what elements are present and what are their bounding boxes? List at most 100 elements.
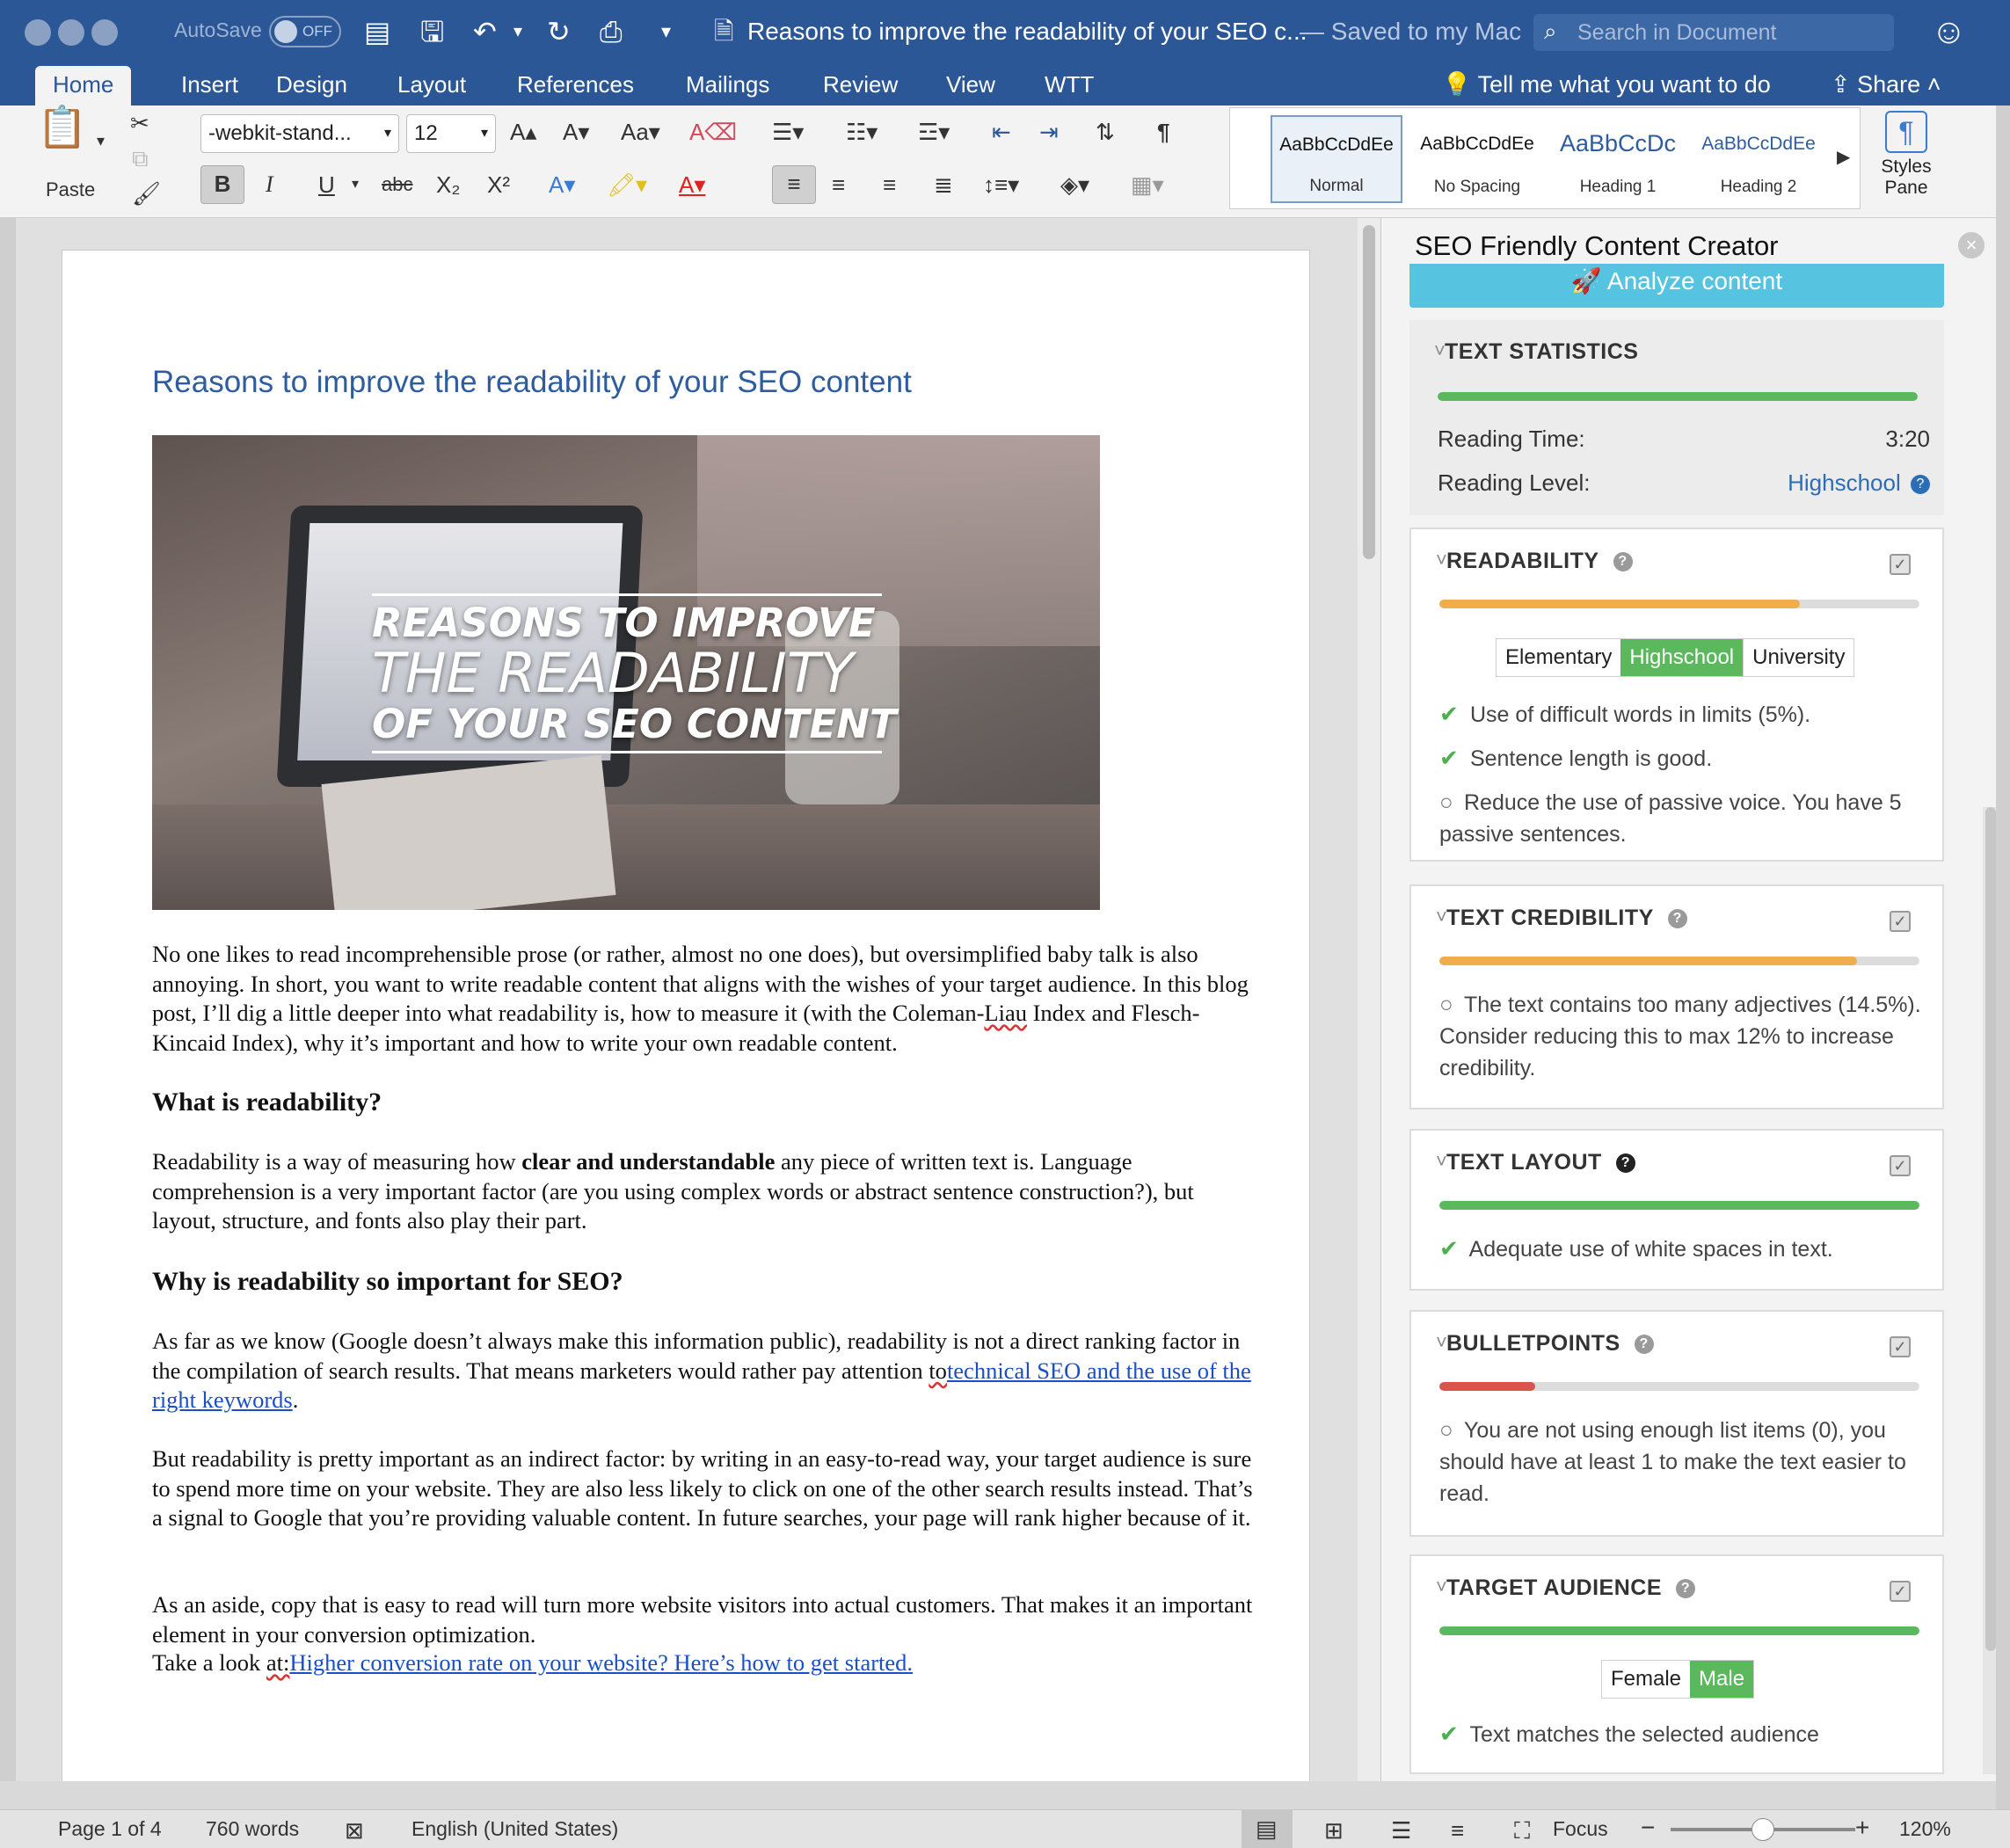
- decrease-indent-icon[interactable]: ⇤: [992, 114, 1011, 149]
- collapse-ribbon-icon[interactable]: ˄: [1920, 71, 1941, 98]
- enable-checkbox[interactable]: ✓: [1890, 1581, 1911, 1602]
- customize-toolbar-icon[interactable]: ▾: [661, 12, 671, 51]
- borders-icon[interactable]: ▦▾: [1131, 167, 1164, 202]
- audience-option[interactable]: Male: [1690, 1661, 1754, 1698]
- tab-insert[interactable]: Insert: [164, 66, 256, 105]
- card-header[interactable]: ˅ TEXT LAYOUT?: [1436, 1150, 1635, 1175]
- feedback-smiley-icon[interactable]: ☺: [1931, 12, 1967, 52]
- zoom-slider[interactable]: [1671, 1818, 1855, 1841]
- help-icon[interactable]: ?: [1615, 1153, 1635, 1174]
- tab-wtt[interactable]: WTT: [1027, 66, 1111, 105]
- help-icon[interactable]: ?: [1911, 475, 1930, 495]
- sort-icon[interactable]: ⇅: [1096, 114, 1115, 149]
- share-button[interactable]: ⇪ Share ˄: [1831, 66, 1941, 103]
- help-icon[interactable]: ?: [1667, 909, 1687, 929]
- highlight-icon[interactable]: 🖍▾: [607, 167, 647, 202]
- reading-level-value[interactable]: Highschool ?: [1788, 469, 1930, 497]
- style-heading-2[interactable]: AaBbCcDdEe Heading 2: [1693, 115, 1824, 203]
- align-left-icon[interactable]: ≡: [772, 165, 816, 204]
- style-no-spacing[interactable]: AaBbCcDdEe No Spacing: [1411, 115, 1543, 203]
- tell-me-box[interactable]: 💡 Tell me what you want to do: [1442, 66, 1771, 103]
- bold-button[interactable]: B: [200, 165, 244, 204]
- line-spacing-icon[interactable]: ↕≡▾: [983, 167, 1019, 202]
- zoom-out-icon[interactable]: −: [1641, 1814, 1655, 1842]
- italic-button[interactable]: I: [266, 167, 273, 202]
- tab-view[interactable]: View: [929, 66, 1013, 105]
- numbering-icon[interactable]: ☷▾: [846, 114, 878, 149]
- font-color-icon[interactable]: A▾: [679, 167, 705, 202]
- tab-references[interactable]: References: [499, 66, 652, 105]
- print-layout-view-button[interactable]: ▤: [1242, 1810, 1293, 1848]
- card-header[interactable]: ˅ TARGET AUDIENCE?: [1436, 1575, 1695, 1601]
- clear-formatting-icon[interactable]: A⌫: [689, 114, 737, 149]
- paste-dropdown-icon[interactable]: ▾: [97, 123, 105, 158]
- print-icon[interactable]: ⎙: [600, 12, 623, 51]
- outline-view-icon[interactable]: ☰: [1391, 1817, 1411, 1844]
- page-count[interactable]: Page 1 of 4: [58, 1817, 162, 1841]
- minimize-window-button[interactable]: [58, 19, 84, 46]
- format-painter-icon[interactable]: 🖌: [132, 176, 161, 211]
- level-option[interactable]: Highschool: [1620, 639, 1744, 676]
- increase-indent-icon[interactable]: ⇥: [1039, 114, 1059, 149]
- font-name-select[interactable]: -webkit-stand... ▾: [200, 114, 399, 153]
- web-layout-icon[interactable]: ⊞: [1324, 1817, 1344, 1844]
- multilevel-list-icon[interactable]: ☲▾: [918, 114, 950, 149]
- scroll-thumb[interactable]: [1363, 225, 1375, 559]
- scroll-thumb[interactable]: [1985, 807, 1996, 1651]
- zoom-level[interactable]: 120%: [1899, 1817, 1951, 1841]
- language[interactable]: English (United States): [411, 1817, 618, 1841]
- cut-icon[interactable]: ✂: [130, 105, 149, 141]
- document-page[interactable]: Reasons to improve the readability of yo…: [62, 250, 1310, 1781]
- level-option[interactable]: Elementary: [1497, 639, 1620, 676]
- proofing-icon[interactable]: ⊠: [345, 1817, 364, 1844]
- spelling-error[interactable]: Liau: [984, 1000, 1027, 1026]
- zoom-in-icon[interactable]: +: [1855, 1814, 1869, 1842]
- help-icon[interactable]: ?: [1676, 1579, 1695, 1599]
- text-effects-icon[interactable]: A▾: [549, 167, 575, 202]
- subscript-button[interactable]: X₂: [436, 167, 460, 202]
- redo-icon[interactable]: ↻: [547, 12, 571, 51]
- align-center-icon[interactable]: ≡: [832, 167, 845, 202]
- level-option[interactable]: University: [1743, 639, 1853, 676]
- shading-icon[interactable]: ◈▾: [1060, 167, 1089, 202]
- shrink-font-icon[interactable]: A▾: [563, 114, 589, 149]
- analyze-content-button[interactable]: 🚀 Analyze content: [1409, 264, 1944, 308]
- document-scrollbar[interactable]: [1358, 218, 1380, 1781]
- save-icon[interactable]: 🖫: [420, 12, 444, 51]
- show-formatting-icon[interactable]: ¶: [1157, 114, 1169, 149]
- zoom-slider-knob[interactable]: [1751, 1818, 1774, 1841]
- enable-checkbox[interactable]: ✓: [1890, 554, 1911, 575]
- font-size-select[interactable]: 12 ▾: [406, 114, 496, 153]
- style-heading-1[interactable]: AaBbCcDc Heading 1: [1552, 115, 1684, 203]
- style-normal[interactable]: AaBbCcDdEe Normal: [1271, 115, 1402, 203]
- align-right-icon[interactable]: ≡: [883, 167, 896, 202]
- link-conversion-rate[interactable]: Higher conversion rate on your website? …: [289, 1649, 913, 1676]
- underline-dropdown-icon[interactable]: ▾: [352, 167, 359, 202]
- strikethrough-button[interactable]: abc: [382, 167, 412, 202]
- undo-icon[interactable]: ↶: [473, 12, 497, 51]
- paste-icon[interactable]: 📋: [37, 106, 87, 147]
- autosave-toggle[interactable]: OFF: [269, 16, 341, 47]
- word-count[interactable]: 760 words: [206, 1817, 299, 1841]
- superscript-button[interactable]: X²: [487, 167, 510, 202]
- tab-layout[interactable]: Layout: [380, 66, 484, 105]
- enable-checkbox[interactable]: ✓: [1890, 1155, 1911, 1176]
- card-header[interactable]: ˅ TEXT STATISTICS: [1434, 339, 1638, 365]
- zoom-window-button[interactable]: [91, 19, 118, 46]
- gallery-next-icon[interactable]: ▶: [1837, 140, 1850, 175]
- spelling-error[interactable]: to: [929, 1357, 947, 1384]
- justify-icon[interactable]: ≣: [934, 167, 953, 202]
- draft-view-icon[interactable]: ≡: [1451, 1817, 1464, 1844]
- audience-option[interactable]: Female: [1602, 1661, 1690, 1698]
- search-box[interactable]: ⌕: [1533, 14, 1894, 51]
- underline-button[interactable]: U: [318, 167, 335, 202]
- help-icon[interactable]: ?: [1634, 1335, 1654, 1355]
- tab-design[interactable]: Design: [259, 66, 365, 105]
- card-header[interactable]: ˅ READABILITY?: [1436, 549, 1633, 574]
- styles-pane-button[interactable]: ¶ Styles Pane: [1871, 111, 1941, 199]
- enable-checkbox[interactable]: ✓: [1890, 911, 1911, 932]
- card-header[interactable]: ˅ BULLETPOINTS?: [1436, 1331, 1654, 1357]
- close-window-button[interactable]: [25, 19, 51, 46]
- sidebar-toggle-icon[interactable]: ▤: [364, 12, 390, 51]
- tab-mailings[interactable]: Mailings: [668, 66, 787, 105]
